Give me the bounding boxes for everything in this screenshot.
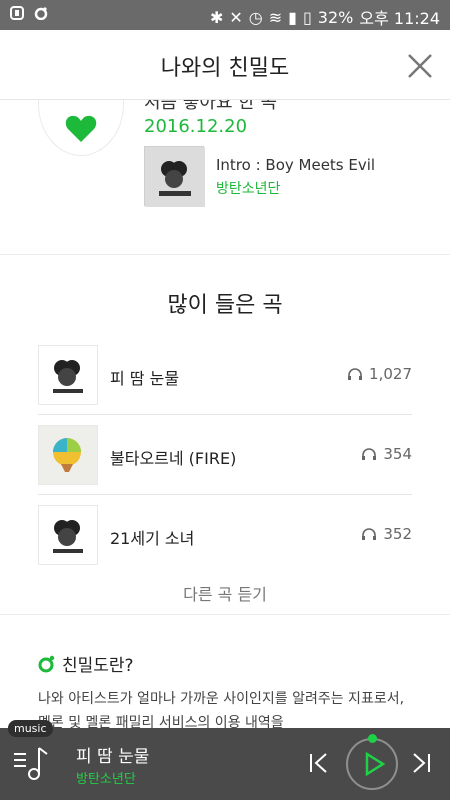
play-count: 1,027: [347, 365, 412, 383]
battery-level: 32%: [317, 7, 354, 27]
song-thumbnail: [38, 345, 98, 405]
album-art[interactable]: [144, 146, 205, 207]
song-thumbnail: [38, 505, 98, 565]
next-icon[interactable]: [410, 752, 432, 774]
mute-icon: ✕: [229, 7, 243, 27]
play-icon: [365, 751, 386, 777]
song-row[interactable]: 피 땀 눈물 1,027: [38, 335, 412, 415]
about-description: 나와 아티스트가 얼마나 가까운 사이인지를 알려주는 지표로서, 멜론 및 멜…: [38, 691, 405, 728]
first-like-label: 처음 좋아요 한 곡: [144, 100, 278, 113]
battery-icon: ▯: [302, 7, 312, 27]
playlist-icon[interactable]: [12, 744, 52, 784]
page-title: 나와의 친밀도: [160, 56, 290, 81]
song-row[interactable]: 21세기 소녀 352: [38, 495, 412, 575]
app-notification-icon: [10, 6, 24, 20]
status-bar: ✱ ✕ ◷ ≋ ▮ ▯ 32% 오후 11:24: [0, 0, 450, 30]
wings-album-icon: [53, 520, 83, 553]
play-count: 352: [361, 525, 412, 543]
headphones-icon: [362, 448, 377, 460]
headphones-icon: [362, 528, 377, 540]
mini-player: music 피 땀 눈물 방탄소년단: [0, 720, 450, 800]
first-like-section: 처음 좋아요 한 곡 2016.12.20 Intro : Boy Meets …: [0, 100, 450, 255]
headphones-icon: [348, 368, 363, 380]
song-name: 21세기 소녀: [110, 529, 195, 548]
alarm-icon: ◷: [248, 7, 263, 27]
wings-album-icon: [145, 147, 205, 207]
track-artist[interactable]: 방탄소년단: [216, 178, 280, 198]
melon-icon: [38, 655, 55, 672]
progress-dot: [368, 734, 377, 743]
section-title: 많이 들은 곡: [167, 293, 283, 318]
balloon-album-icon: [39, 426, 97, 484]
song-name: 불타오르네 (FIRE): [110, 449, 237, 468]
song-thumbnail: [38, 425, 98, 485]
clock: 오후 11:24: [359, 9, 440, 28]
track-title[interactable]: Intro : Boy Meets Evil: [216, 156, 375, 174]
about-title: 친밀도란?: [38, 651, 134, 676]
like-badge: [38, 100, 124, 156]
signal-icon: ▮: [288, 7, 297, 27]
most-played-section: 많이 들은 곡 피 땀 눈물 1,027 불타오르네 (FIRE) 354 21…: [0, 255, 450, 615]
heart-icon: [65, 115, 97, 142]
play-count: 354: [361, 445, 412, 463]
header: 나와의 친밀도: [0, 30, 450, 100]
melon-notification-icon: [34, 7, 48, 20]
previous-icon[interactable]: [308, 752, 330, 774]
more-songs-link[interactable]: 다른 곡 듣기: [0, 581, 450, 605]
play-button[interactable]: [346, 734, 398, 790]
song-row[interactable]: 불타오르네 (FIRE) 354: [38, 415, 412, 495]
song-name: 피 땀 눈물: [110, 369, 180, 388]
first-like-date: 2016.12.20: [144, 116, 248, 137]
now-playing-title[interactable]: 피 땀 눈물: [76, 742, 149, 767]
bluetooth-icon: ✱: [209, 7, 224, 27]
music-tag: music: [8, 720, 53, 737]
wings-album-icon: [53, 360, 83, 393]
wifi-icon: ≋: [268, 7, 283, 27]
close-icon[interactable]: [406, 52, 434, 80]
content: 처음 좋아요 한 곡 2016.12.20 Intro : Boy Meets …: [0, 100, 450, 728]
now-playing-artist[interactable]: 방탄소년단: [76, 768, 136, 787]
